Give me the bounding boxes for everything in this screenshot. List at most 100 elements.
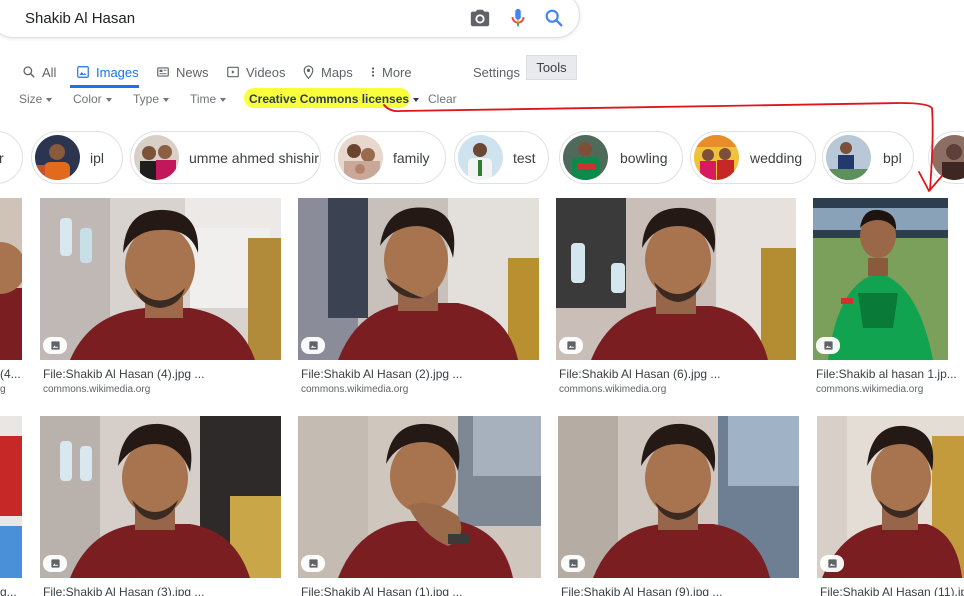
- image-icon: [301, 337, 325, 354]
- chip-thumbnail: [458, 135, 503, 180]
- result-title[interactable]: File:Shakib Al Hasan (11).jp...: [820, 585, 964, 596]
- image-icon: [301, 555, 325, 572]
- result-image[interactable]: [813, 198, 948, 360]
- result-image[interactable]: [558, 416, 799, 578]
- chip-thumbnail: [35, 135, 80, 180]
- image-icon: [816, 337, 840, 354]
- result-image[interactable]: [40, 198, 281, 360]
- result-source[interactable]: commons.wikimedia.org: [559, 384, 666, 395]
- search-tabs: All Images News Videos Maps More Setting…: [0, 58, 964, 88]
- chip-thumbnail: [563, 135, 608, 180]
- video-icon: [227, 66, 239, 78]
- chip-label: wedding: [750, 150, 803, 166]
- chip-related[interactable]: r: [0, 131, 23, 184]
- image-result[interactable]: File:Shakib al hasan 1.jp... commons.wik…: [813, 198, 957, 398]
- result-image[interactable]: [298, 198, 539, 360]
- map-pin-icon: [303, 64, 314, 79]
- tab-maps[interactable]: Maps: [302, 58, 353, 86]
- result-title[interactable]: File:Shakib Al Hasan (1).jpg ...: [301, 585, 462, 596]
- result-image[interactable]: [817, 416, 964, 578]
- chip-bpl[interactable]: bpl: [822, 131, 914, 184]
- image-result[interactable]: File:Shakib Al Hasan (6).jpg ... commons…: [556, 198, 796, 398]
- filter-usage-rights[interactable]: Creative Commons licenses: [249, 92, 420, 106]
- image-icon: [820, 555, 844, 572]
- result-image[interactable]: [40, 416, 281, 578]
- search-icon: [23, 66, 35, 78]
- filter-type[interactable]: Type: [133, 92, 170, 106]
- result-title[interactable]: g...: [0, 585, 17, 596]
- filter-time[interactable]: Time: [190, 92, 227, 106]
- image-icon: [43, 555, 67, 572]
- image-result[interactable]: g...: [0, 416, 22, 596]
- image-result[interactable]: File:Shakib Al Hasan (2).jpg ... commons…: [298, 198, 539, 398]
- clear-filters-link[interactable]: Clear: [428, 92, 457, 106]
- filter-size[interactable]: Size: [19, 92, 53, 106]
- tab-label: Videos: [246, 64, 286, 80]
- chip-label: r: [0, 150, 4, 166]
- tab-all[interactable]: All: [22, 58, 56, 86]
- result-source[interactable]: commons.wikimedia.org: [301, 384, 408, 395]
- result-source[interactable]: g: [0, 384, 6, 395]
- chip-bowling[interactable]: bowling: [559, 131, 683, 184]
- search-input[interactable]: Shakib Al Hasan: [25, 10, 135, 27]
- chip-label: test: [513, 150, 536, 166]
- result-image[interactable]: [298, 416, 541, 578]
- image-result[interactable]: File:Shakib Al Hasan (1).jpg ...: [298, 416, 541, 596]
- caret-down-icon: [105, 97, 112, 102]
- chip-label: bowling: [620, 150, 668, 166]
- chip-related[interactable]: [928, 131, 964, 184]
- result-source[interactable]: commons.wikimedia.org: [816, 384, 923, 395]
- image-result[interactable]: File:Shakib Al Hasan (3).jpg ...: [40, 416, 281, 596]
- result-title[interactable]: (4...: [0, 367, 21, 381]
- chip-label: bpl: [883, 150, 902, 166]
- result-title[interactable]: File:Shakib Al Hasan (4).jpg ...: [43, 367, 204, 381]
- chip-label: family: [393, 150, 430, 166]
- chip-label: umme ahmed shishir: [189, 150, 319, 166]
- result-title[interactable]: File:Shakib Al Hasan (6).jpg ...: [559, 367, 720, 381]
- result-title[interactable]: File:Shakib Al Hasan (2).jpg ...: [301, 367, 462, 381]
- image-result[interactable]: File:Shakib Al Hasan (4).jpg ... commons…: [40, 198, 281, 398]
- chip-ipl[interactable]: ipl: [31, 131, 123, 184]
- search-icon[interactable]: [543, 7, 565, 29]
- camera-icon[interactable]: [469, 7, 491, 29]
- chip-thumbnail: [826, 135, 871, 180]
- caret-down-icon: [46, 97, 53, 102]
- filter-color[interactable]: Color: [73, 92, 112, 106]
- tab-images[interactable]: Images: [76, 58, 139, 86]
- chip-wedding[interactable]: wedding: [690, 131, 816, 184]
- chip-thumbnail: [694, 135, 739, 180]
- caret-down-icon: [163, 97, 170, 102]
- tab-videos[interactable]: Videos: [226, 58, 286, 86]
- result-title[interactable]: File:Shakib Al Hasan (9).jpg ...: [561, 585, 722, 596]
- result-image[interactable]: [556, 198, 796, 360]
- image-icon: [77, 66, 89, 78]
- result-title[interactable]: File:Shakib Al Hasan (3).jpg ...: [43, 585, 204, 596]
- news-icon: [157, 67, 169, 77]
- microphone-icon[interactable]: [507, 7, 529, 29]
- chip-test[interactable]: test: [454, 131, 549, 184]
- tab-label: More: [382, 64, 412, 80]
- image-result[interactable]: (4... g: [0, 198, 22, 398]
- chip-family[interactable]: family: [334, 131, 446, 184]
- active-tab-indicator: [70, 85, 139, 88]
- result-image[interactable]: [0, 416, 22, 578]
- chip-thumbnail: [134, 135, 179, 180]
- settings-link[interactable]: Settings: [473, 58, 520, 86]
- tab-label: Maps: [321, 64, 353, 80]
- result-source[interactable]: commons.wikimedia.org: [43, 384, 150, 395]
- tools-button[interactable]: Tools: [526, 55, 577, 80]
- more-vert-icon: [371, 67, 375, 77]
- result-image[interactable]: [0, 198, 22, 360]
- tab-label: Images: [96, 64, 139, 80]
- image-result[interactable]: File:Shakib Al Hasan (9).jpg ...: [558, 416, 799, 596]
- chip-label: ipl: [90, 150, 105, 166]
- tab-more[interactable]: More: [370, 58, 412, 86]
- chip-thumbnail: [338, 135, 383, 180]
- image-icon: [43, 337, 67, 354]
- image-result[interactable]: File:Shakib Al Hasan (11).jp...: [817, 416, 964, 596]
- search-box[interactable]: Shakib Al Hasan: [0, 0, 580, 38]
- result-title[interactable]: File:Shakib al hasan 1.jp...: [816, 367, 957, 381]
- image-icon: [561, 555, 585, 572]
- tab-news[interactable]: News: [156, 58, 209, 86]
- chip-umme-ahmed-shishir[interactable]: umme ahmed shishir: [130, 131, 321, 184]
